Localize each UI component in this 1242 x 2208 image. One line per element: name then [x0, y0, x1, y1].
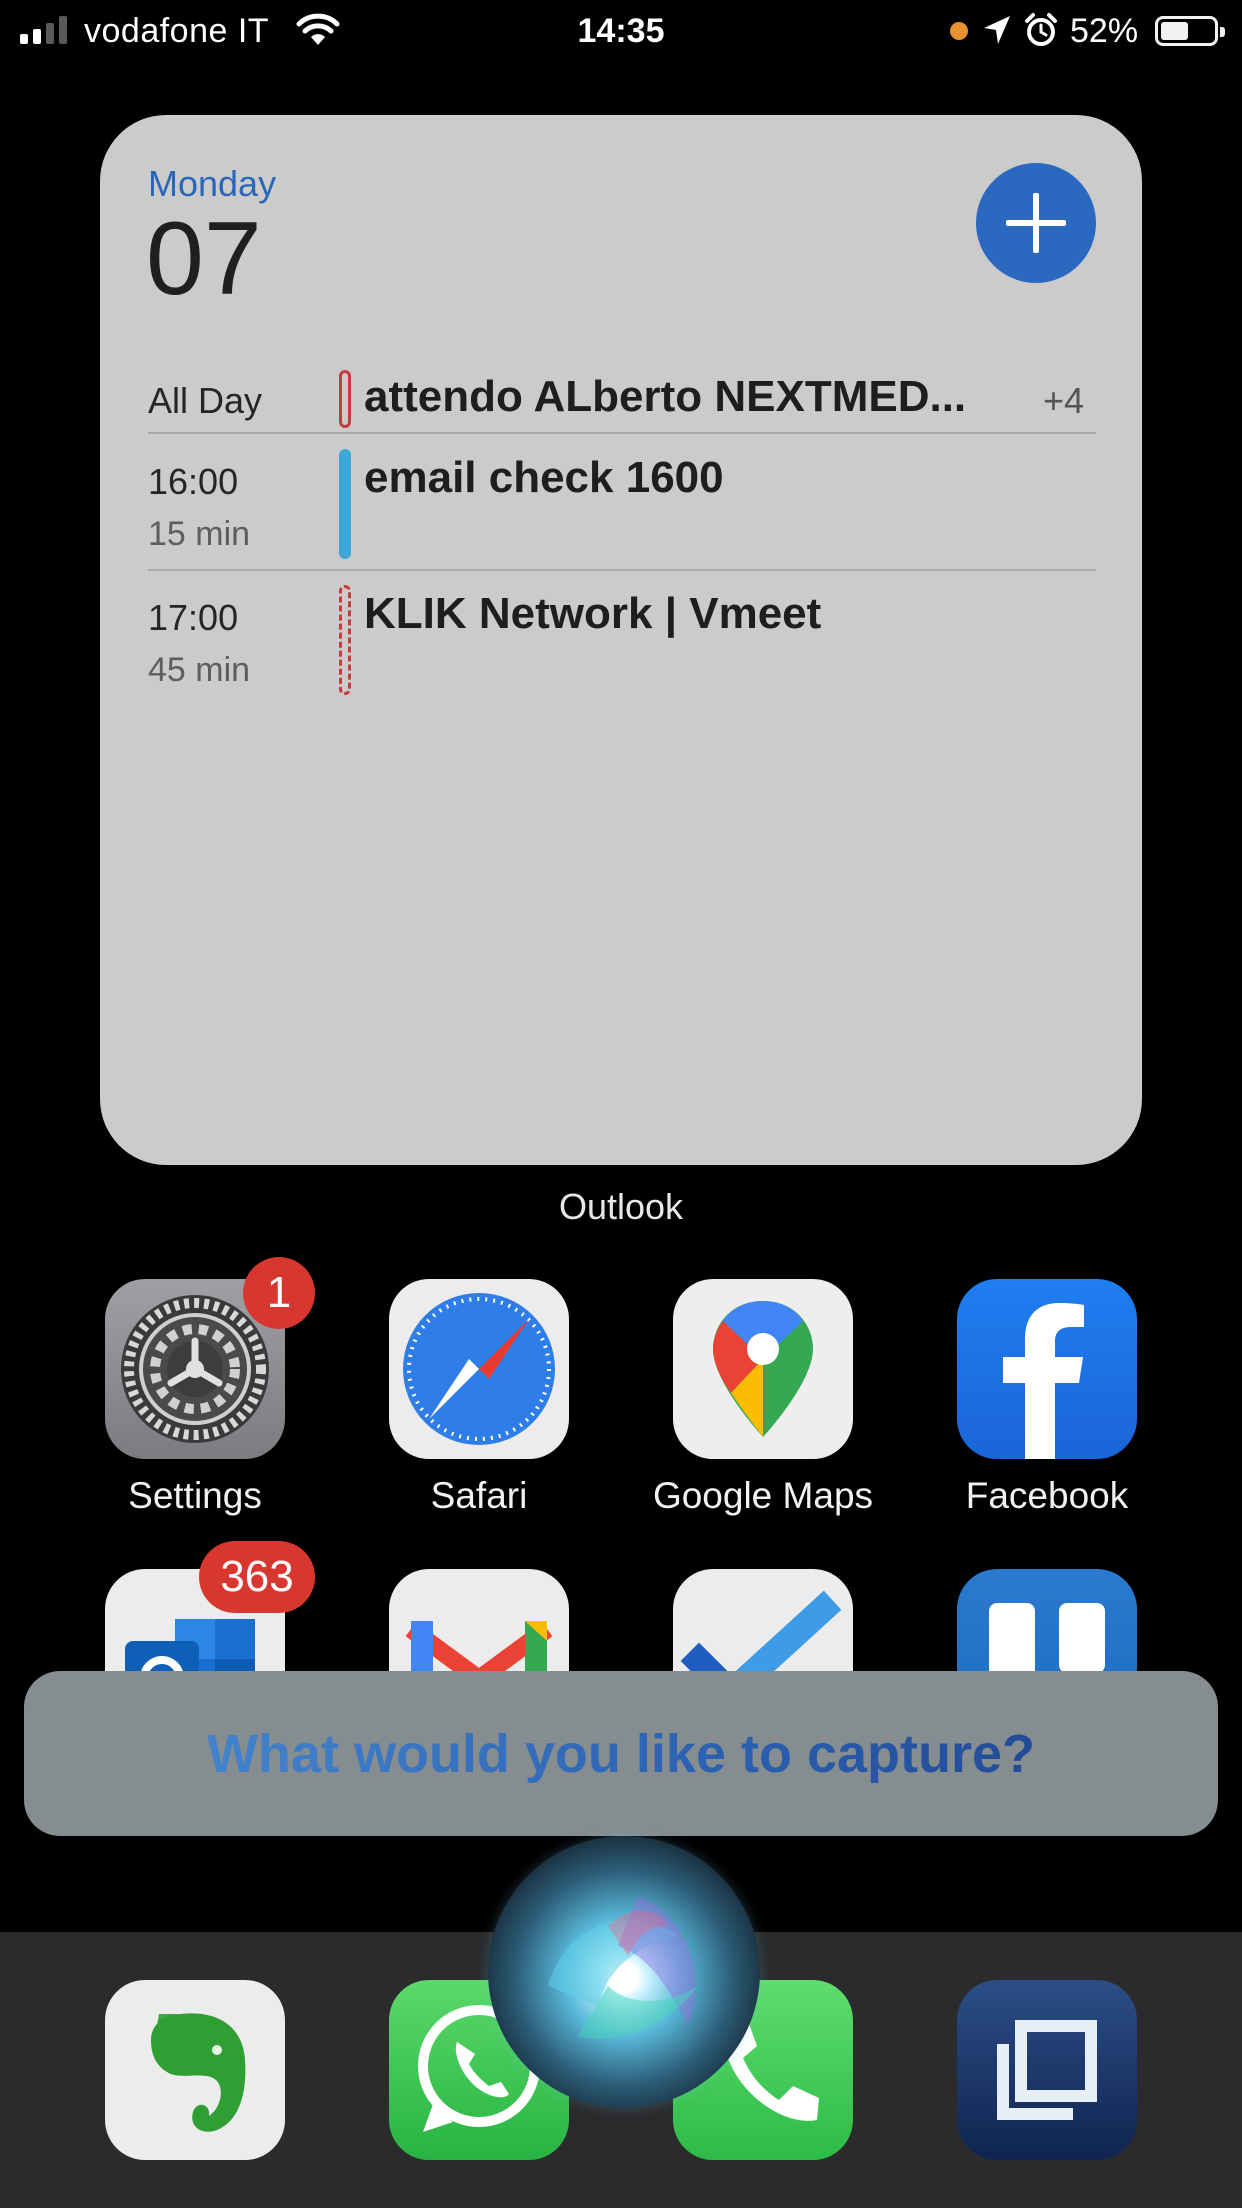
event-color-bar [339, 449, 351, 559]
siri-prompt-text: What would you like to capture? [24, 1723, 1218, 1785]
screens-icon [957, 1980, 1137, 2160]
event-duration: 15 min [148, 515, 251, 553]
widget-day-number: 07 [146, 201, 262, 317]
widget-day-name: Monday [148, 163, 277, 204]
event-row[interactable]: 16:00 15 min email check 1600 [148, 445, 1096, 575]
siri-orb-icon[interactable] [488, 1836, 760, 2108]
event-time: 17:00 [148, 597, 239, 638]
safari-compass-icon [389, 1279, 569, 1459]
app-label: Facebook [965, 1475, 1129, 1516]
evernote-icon [105, 1980, 285, 2160]
facebook-f-icon [957, 1279, 1137, 1459]
more-events-count: +4 [1042, 380, 1084, 421]
alarm-clock-icon [1025, 13, 1057, 46]
event-row[interactable]: 17:00 45 min KLIK Network | Vmeet [148, 581, 1096, 711]
event-time: 16:00 [148, 461, 239, 502]
privacy-indicator-dot [950, 22, 968, 40]
battery-percentage: 52% [1070, 12, 1139, 50]
event-divider [148, 569, 1096, 571]
event-title: attendo ALberto NEXTMED... [364, 372, 967, 421]
event-color-bar [339, 585, 351, 695]
app-settings[interactable]: 1 Settings [105, 1257, 315, 1516]
siri-capture-prompt: What would you like to capture? [24, 1671, 1218, 1836]
widget-label: Outlook [558, 1186, 684, 1227]
app-label: Safari [430, 1475, 528, 1516]
notification-badge: 1 [243, 1257, 315, 1329]
add-event-button[interactable] [976, 163, 1096, 283]
event-time: All Day [148, 380, 263, 421]
google-maps-pin-icon [673, 1279, 853, 1459]
app-safari[interactable]: Safari [389, 1279, 569, 1516]
event-title: email check 1600 [364, 453, 724, 502]
dock-app-evernote[interactable] [105, 1980, 285, 2160]
notification-badge: 363 [199, 1541, 315, 1613]
dock-app-screens[interactable] [957, 1980, 1137, 2160]
app-label: Google Maps [652, 1475, 874, 1516]
event-duration: 45 min [148, 651, 251, 689]
battery-icon [1155, 16, 1225, 46]
app-facebook[interactable]: Facebook [957, 1279, 1137, 1516]
status-bar: vodafone IT 14:35 52% [0, 0, 1242, 62]
event-title: KLIK Network | Vmeet [364, 589, 822, 638]
location-arrow-icon [984, 16, 1010, 44]
outlook-calendar-widget[interactable]: Monday 07 All Day attendo ALberto NEXTME… [100, 115, 1142, 1165]
app-google-maps[interactable]: Google Maps [653, 1279, 873, 1516]
app-label: Settings [128, 1475, 262, 1516]
event-divider [148, 432, 1096, 434]
event-color-bar [339, 370, 351, 428]
event-row[interactable]: All Day attendo ALberto NEXTMED... +4 [148, 360, 1096, 440]
